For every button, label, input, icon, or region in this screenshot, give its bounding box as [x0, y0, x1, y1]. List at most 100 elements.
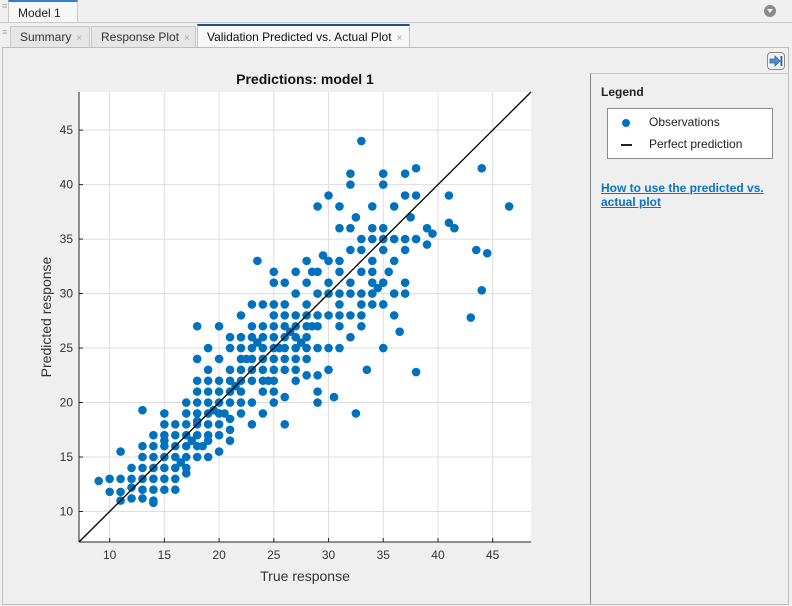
- observation-point: [362, 365, 372, 375]
- observation-point: [346, 245, 355, 255]
- observation-point: [378, 278, 388, 287]
- observation-point: [378, 180, 388, 189]
- observation-point: [378, 300, 388, 309]
- observation-point: [225, 332, 235, 342]
- help-link[interactable]: How to use the predicted vs. actual plot: [601, 181, 781, 209]
- x-tick-label: 45: [486, 548, 500, 562]
- observation-point: [471, 245, 481, 255]
- observation-point: [400, 245, 410, 255]
- observation-point: [291, 376, 300, 386]
- observation-point: [269, 387, 279, 396]
- observation-point: [149, 485, 158, 494]
- observation-point: [105, 487, 114, 497]
- y-tick-label: 30: [60, 287, 74, 301]
- observation-point: [346, 169, 355, 179]
- observation-point: [335, 321, 344, 331]
- observation-point: [357, 234, 366, 244]
- observation-point: [247, 376, 257, 386]
- observation-point: [181, 420, 191, 429]
- observation-point: [258, 387, 268, 396]
- observation-point: [302, 370, 311, 380]
- observation-point: [138, 452, 147, 462]
- observation-point: [389, 234, 399, 244]
- observation-point: [236, 343, 246, 353]
- observation-point: [313, 343, 322, 353]
- observation-point: [400, 289, 410, 298]
- observation-point: [269, 321, 279, 331]
- observation-point: [138, 405, 147, 415]
- observation-point: [160, 474, 169, 484]
- legend-item-perfect-prediction: Perfect prediction: [649, 137, 743, 151]
- observation-point: [313, 289, 322, 298]
- observation-point: [269, 354, 279, 364]
- observation-point: [138, 463, 147, 473]
- undock-panel-button[interactable]: [767, 52, 785, 70]
- chart-title: Predictions: model 1: [236, 71, 374, 87]
- observation-point: [203, 387, 213, 396]
- observation-point: [171, 430, 180, 440]
- legend-panel: Legend Observations Perfect prediction H…: [590, 73, 788, 604]
- observation-point: [203, 452, 213, 462]
- observation-point: [302, 300, 311, 309]
- observation-point: [192, 387, 202, 396]
- observation-point: [324, 311, 333, 320]
- observation-point: [400, 191, 410, 200]
- observation-point: [378, 223, 388, 233]
- observation-point: [247, 398, 257, 407]
- observation-point: [160, 409, 169, 418]
- observation-point: [466, 313, 476, 322]
- observation-point: [258, 321, 268, 331]
- observation-point: [313, 321, 322, 331]
- observation-point: [116, 474, 125, 484]
- observation-point: [302, 343, 311, 353]
- x-axis-label: True response: [260, 568, 350, 584]
- observation-point: [324, 191, 333, 200]
- legend-box: Observations Perfect prediction: [607, 108, 773, 159]
- y-tick-label: 15: [60, 450, 74, 464]
- observation-point: [171, 485, 180, 494]
- observation-point: [291, 311, 300, 320]
- observation-point: [313, 202, 322, 211]
- observation-point: [351, 409, 361, 418]
- observation-point: [247, 300, 257, 309]
- observation-point: [214, 447, 224, 456]
- observation-point: [324, 256, 333, 266]
- observation-point: [357, 321, 366, 331]
- observation-point: [138, 485, 147, 494]
- observation-point: [225, 414, 235, 424]
- observation-point: [269, 398, 279, 407]
- observation-point: [389, 311, 399, 320]
- observation-point: [236, 311, 246, 320]
- observation-point: [411, 234, 421, 244]
- observation-point: [192, 376, 202, 386]
- observation-point: [160, 463, 169, 473]
- observation-point: [181, 398, 191, 407]
- observation-point: [395, 327, 404, 337]
- observation-point: [422, 240, 432, 249]
- observation-point: [258, 365, 268, 375]
- observation-point: [269, 267, 279, 277]
- observation-point: [160, 436, 169, 445]
- observation-point: [444, 191, 454, 200]
- observation-point: [302, 278, 311, 287]
- y-tick-label: 25: [60, 341, 74, 355]
- observation-point: [258, 343, 268, 353]
- observation-point: [171, 420, 180, 429]
- observation-point: [225, 343, 235, 353]
- observation-point: [378, 169, 388, 179]
- observation-point: [389, 202, 399, 211]
- observation-point: [346, 180, 355, 189]
- x-tick-label: 25: [267, 548, 281, 562]
- legend-item-observations: Observations: [649, 115, 720, 129]
- observation-point: [192, 398, 202, 407]
- observation-point: [302, 332, 311, 342]
- observation-point: [192, 321, 202, 331]
- observation-point: [400, 234, 410, 244]
- observation-point: [160, 420, 169, 429]
- observation-point: [389, 256, 399, 266]
- observation-point: [127, 494, 136, 503]
- observation-point: [335, 300, 344, 309]
- observation-point: [368, 234, 377, 244]
- observation-point: [116, 487, 125, 497]
- observation-point: [192, 430, 202, 440]
